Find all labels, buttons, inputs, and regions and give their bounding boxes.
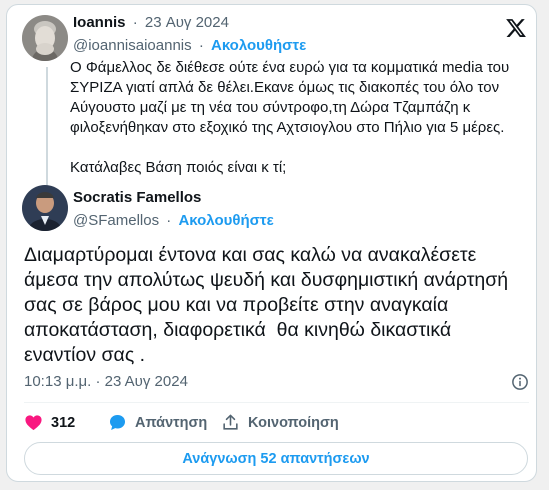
read-replies-button[interactable]: Ανάγνωση 52 απαντήσεων: [24, 442, 528, 475]
text-line: άμεσα την απολύτως ψευδή και δυσφημιστικ…: [24, 269, 509, 291]
text-line: αποκατάσταση, διαφορετικά θα κινηθώ δικα…: [24, 319, 452, 341]
like-count: 312: [51, 414, 76, 431]
author-name[interactable]: Socratis Famellos: [73, 189, 201, 206]
author-handle[interactable]: @ioannisaioannis: [73, 37, 192, 54]
quoted-handle-row: @ioannisaioannis · Ακολουθήστε: [73, 37, 306, 54]
like-button[interactable]: 312: [24, 413, 75, 432]
text-line: Διαμαρτύρομαι έντονα και σας καλώ να ανα…: [24, 244, 477, 266]
heart-icon: [25, 415, 42, 431]
thread-line: [46, 67, 48, 187]
tweet-card: Ioannis · 23 Αυγ 2024 @ioannisaioannis ·…: [6, 4, 537, 482]
tweet-timestamp[interactable]: 10:13 μ.μ. · 23 Αυγ 2024: [24, 373, 188, 390]
text-line: Αύγουστο μαζί με τη νέα του σύντροφο,τη …: [70, 99, 471, 116]
share-button[interactable]: Κοινοποίηση: [221, 413, 339, 432]
info-icon[interactable]: [511, 373, 529, 391]
text-line: εναντίον σας .: [24, 344, 146, 366]
avatar-socratis[interactable]: [22, 185, 68, 231]
text-line: Κατάλαβες Βάση ποιός είναι κ τί;: [70, 159, 287, 176]
share-icon: [223, 414, 238, 430]
reply-tweet-text: Διαμαρτύρομαι έντονα και σας καλώ να ανα…: [24, 243, 529, 368]
x-logo-icon[interactable]: [505, 17, 527, 39]
reply-label: Απάντηση: [135, 414, 208, 431]
text-line: σας σε βάρος μου και να προβείτε στην αν…: [24, 294, 449, 316]
divider: [24, 402, 529, 403]
quoted-header: Ioannis · 23 Αυγ 2024: [73, 14, 229, 31]
text-line: Ο Φάμελλος δε διέθεσε ούτε ένα ευρώ για …: [70, 59, 510, 76]
reply-button[interactable]: Απάντηση: [108, 413, 207, 432]
avatar-ioannis[interactable]: [22, 15, 68, 61]
reply-handle-row: @SFamellos · Ακολουθήστε: [73, 212, 274, 229]
follow-button[interactable]: Ακολουθήστε: [211, 37, 306, 54]
text-line: φιλοξενήθηκαν στο εξοχικό της Αχτσιογλου…: [70, 119, 505, 136]
speech-bubble-icon: [109, 414, 126, 431]
quoted-tweet-text: Ο Φάμελλος δε διέθεσε ούτε ένα ευρώ για …: [70, 58, 530, 178]
share-label: Κοινοποίηση: [248, 414, 339, 431]
tweet-date[interactable]: 23 Αυγ 2024: [145, 14, 229, 31]
author-handle[interactable]: @SFamellos: [73, 212, 159, 229]
separator-dot: ·: [198, 37, 204, 54]
follow-button[interactable]: Ακολουθήστε: [178, 212, 273, 229]
text-line: [70, 138, 530, 158]
author-name[interactable]: Ioannis: [73, 14, 126, 31]
separator-dot: ·: [166, 212, 172, 229]
separator-dot: ·: [132, 14, 138, 31]
reply-header: Socratis Famellos: [73, 189, 201, 206]
text-line: ΣΥΡΙΖΑ γιατί απλά δε θέλει.Εκανε όμως τι…: [70, 79, 500, 96]
